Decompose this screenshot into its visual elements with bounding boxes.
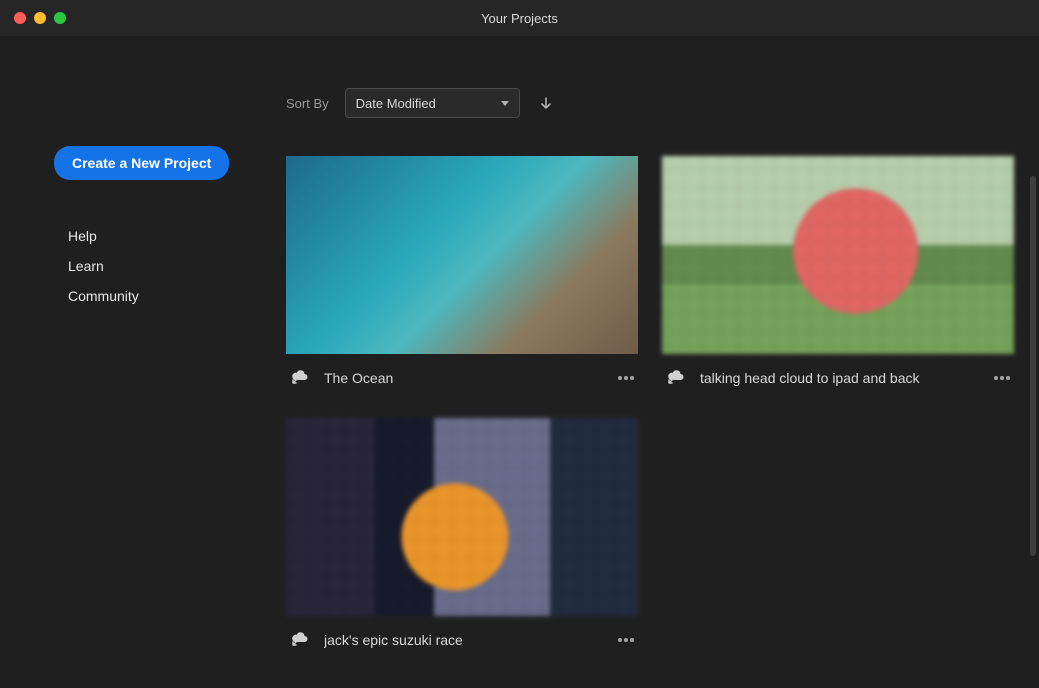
more-icon (994, 376, 1010, 380)
project-thumbnail[interactable] (662, 156, 1014, 354)
sort-by-selected-value: Date Modified (356, 96, 436, 111)
project-card-footer: The Ocean (286, 354, 638, 390)
project-title: talking head cloud to ipad and back (700, 370, 976, 386)
window-controls (0, 12, 66, 24)
sidebar-item-learn[interactable]: Learn (68, 258, 270, 274)
more-icon (618, 638, 634, 642)
project-card: The Ocean (286, 156, 638, 390)
sort-by-label: Sort By (286, 96, 329, 111)
project-title: jack's epic suzuki race (324, 632, 600, 648)
project-card-footer: jack's epic suzuki race (286, 616, 638, 652)
projects-grid: The Ocean talking head cloud to ipa (286, 156, 1019, 652)
minimize-window-button[interactable] (34, 12, 46, 24)
sidebar-item-help[interactable]: Help (68, 228, 270, 244)
cloud-sync-icon (666, 368, 686, 389)
scrollbar-thumb[interactable] (1030, 176, 1036, 556)
sort-by-select[interactable]: Date Modified (345, 88, 520, 118)
window-title: Your Projects (481, 11, 558, 26)
sort-controls: Sort By Date Modified (286, 88, 1019, 118)
project-card: talking head cloud to ipad and back (662, 156, 1014, 390)
cloud-sync-icon (290, 368, 310, 389)
create-new-project-button[interactable]: Create a New Project (54, 146, 229, 180)
chevron-down-icon (501, 101, 509, 106)
project-more-button[interactable] (990, 366, 1014, 390)
project-card-footer: talking head cloud to ipad and back (662, 354, 1014, 390)
close-window-button[interactable] (14, 12, 26, 24)
arrow-down-icon (539, 96, 553, 110)
maximize-window-button[interactable] (54, 12, 66, 24)
project-more-button[interactable] (614, 366, 638, 390)
content-area: Sort By Date Modified (270, 36, 1039, 688)
sidebar: Create a New Project Help Learn Communit… (0, 36, 270, 688)
project-more-button[interactable] (614, 628, 638, 652)
scrollbar[interactable] (1030, 176, 1036, 616)
titlebar: Your Projects (0, 0, 1039, 36)
project-thumbnail[interactable] (286, 156, 638, 354)
cloud-sync-icon (290, 630, 310, 651)
project-card: jack's epic suzuki race (286, 418, 638, 652)
project-title: The Ocean (324, 370, 600, 386)
project-thumbnail[interactable] (286, 418, 638, 616)
sidebar-item-community[interactable]: Community (68, 288, 270, 304)
more-icon (618, 376, 634, 380)
sort-direction-button[interactable] (536, 93, 556, 113)
